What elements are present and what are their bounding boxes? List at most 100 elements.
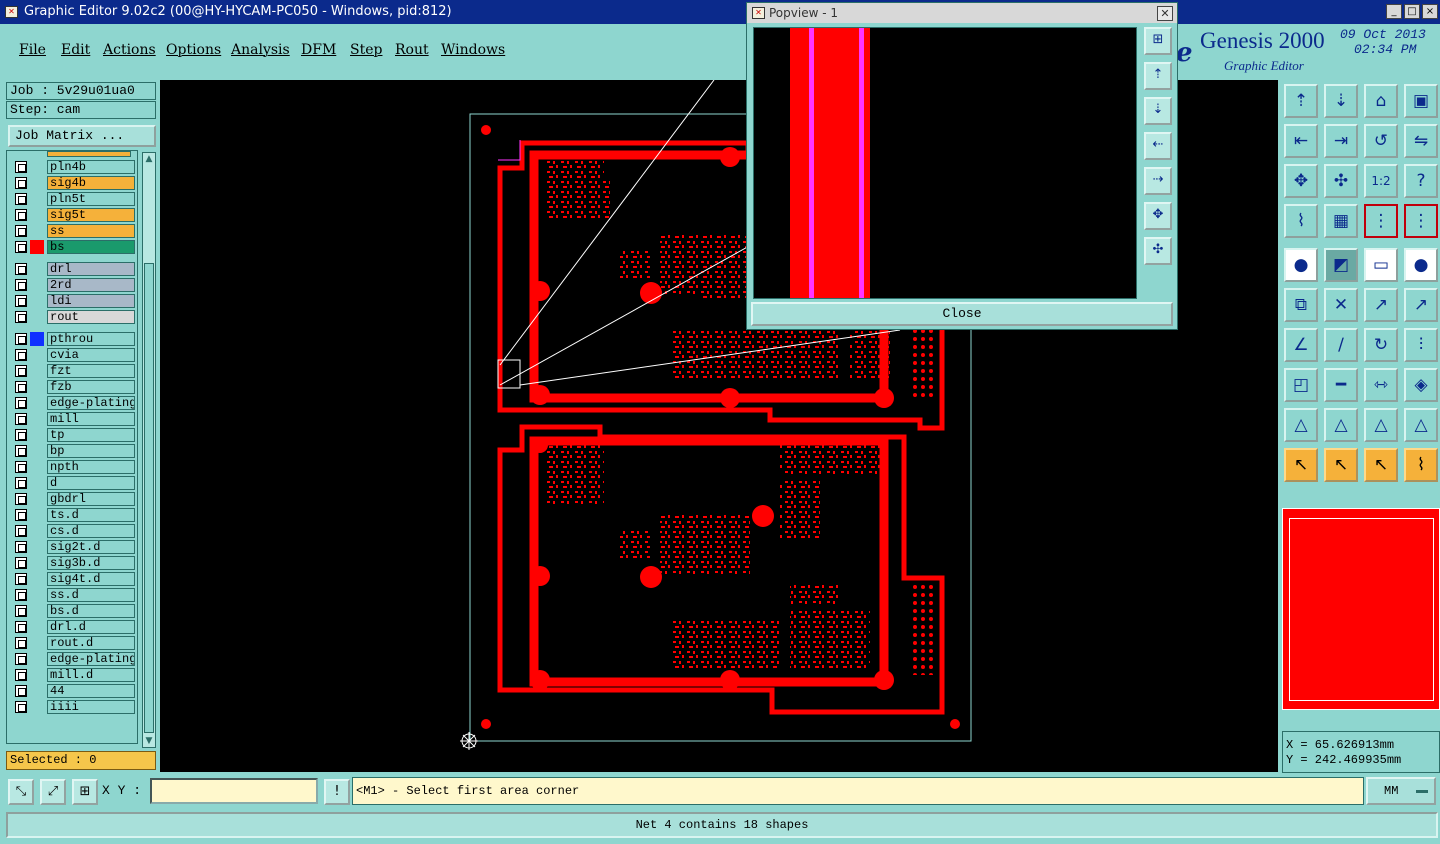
layer-checkbox[interactable] [15, 263, 27, 275]
layer-checkbox[interactable] [15, 685, 27, 697]
menu-rout[interactable]: Rout [395, 42, 429, 58]
xy-input[interactable] [150, 778, 318, 804]
layer-checkbox[interactable] [15, 161, 27, 173]
scroll-up-icon[interactable]: ▲ [144, 154, 154, 164]
menu-analysis[interactable]: Analysis [231, 42, 290, 58]
layer-row[interactable]: fzb [11, 380, 135, 394]
pad-edit-icon[interactable]: ◰ [1284, 368, 1318, 402]
measure-icon[interactable]: ⊞ [72, 779, 98, 805]
layer-row[interactable]: sig5t [11, 208, 135, 222]
resize-icon[interactable]: ⇿ [1364, 368, 1398, 402]
home-icon[interactable]: ⌂ [1364, 84, 1398, 118]
select-net-icon[interactable]: ⌇ [1404, 448, 1438, 482]
layer-a-icon[interactable]: ⋮ [1364, 204, 1398, 238]
shape-icon[interactable]: ◈ [1404, 368, 1438, 402]
layer-checkbox[interactable] [15, 177, 27, 189]
layer-row[interactable]: drl.d [11, 620, 135, 634]
measure-tool-icon[interactable]: ⌇ [1284, 204, 1318, 238]
popview-close-icon[interactable]: ✕ [1157, 6, 1173, 21]
layer-checkbox[interactable] [15, 589, 27, 601]
layer-checkbox[interactable] [15, 509, 27, 521]
menu-actions[interactable]: Actions [103, 42, 156, 58]
drag-icon[interactable]: ↗ [1404, 288, 1438, 322]
layer-checkbox[interactable] [15, 397, 27, 409]
layer-checkbox[interactable] [15, 541, 27, 553]
layer-checkbox[interactable] [15, 365, 27, 377]
slash-icon[interactable]: ∕ [1324, 328, 1358, 362]
layer-checkbox[interactable] [15, 349, 27, 361]
layer-checkbox[interactable] [15, 333, 27, 345]
layer-checkbox[interactable] [15, 461, 27, 473]
layer-checkbox[interactable] [15, 669, 27, 681]
popview-pan-up-icon[interactable]: ⇡ [1144, 62, 1172, 90]
layer-checkbox[interactable] [15, 311, 27, 323]
zoom-fit-icon[interactable]: ✥ [1284, 164, 1318, 198]
layer-checkbox[interactable] [15, 637, 27, 649]
layer-row[interactable]: mill [11, 412, 135, 426]
open-step-icon[interactable]: ⇣ [1324, 84, 1358, 118]
layer-checkbox[interactable] [15, 621, 27, 633]
popview-fit-icon[interactable]: ✣ [1144, 237, 1172, 265]
layer-row[interactable]: pthrou [11, 332, 135, 346]
grid-snap-icon[interactable]: ⤢ [40, 779, 66, 805]
layer-row[interactable]: gbdrl [11, 492, 135, 506]
layer-checkbox[interactable] [15, 477, 27, 489]
layer-b-icon[interactable]: ⋮ [1404, 204, 1438, 238]
pan-right-icon[interactable]: ⇥ [1324, 124, 1358, 158]
layer-row[interactable]: 2rd [11, 278, 135, 292]
layer-row[interactable]: iiii [11, 700, 135, 714]
move-icon[interactable]: ↗ [1364, 288, 1398, 322]
scroll-thumb[interactable] [144, 263, 154, 733]
layer-checkbox[interactable] [15, 279, 27, 291]
layer-checkbox[interactable] [15, 525, 27, 537]
menu-edit[interactable]: Edit [61, 42, 90, 58]
save-step-icon[interactable]: ⇡ [1284, 84, 1318, 118]
cross-icon[interactable]: ✕ [1324, 288, 1358, 322]
layer-checkbox[interactable] [15, 241, 27, 253]
layer-row[interactable]: edge-plating [11, 396, 135, 410]
circle-icon[interactable]: ● [1404, 248, 1438, 282]
units-selector[interactable]: MM [1366, 777, 1436, 805]
layer-row[interactable]: cvia [11, 348, 135, 362]
layer-scrollbar[interactable]: ▲ ▼ [142, 152, 156, 748]
switch-icon[interactable]: ⇋ [1404, 124, 1438, 158]
pad-icon[interactable]: ● [1284, 248, 1318, 282]
segment-icon[interactable]: ━ [1324, 368, 1358, 402]
layer-checkbox[interactable] [15, 573, 27, 585]
layer-row[interactable]: sig2t.d [11, 540, 135, 554]
layer-checkbox[interactable] [15, 295, 27, 307]
grid-icon[interactable]: ▦ [1324, 204, 1358, 238]
zoom-in-icon[interactable]: ✣ [1324, 164, 1358, 198]
connect-icon[interactable]: ⧉ [1284, 288, 1318, 322]
layer-checkbox[interactable] [15, 653, 27, 665]
ruler-icon[interactable]: ▭ [1364, 248, 1398, 282]
pan-left-icon[interactable]: ⇤ [1284, 124, 1318, 158]
layer-row[interactable]: ss.d [11, 588, 135, 602]
layer-row[interactable]: mill.d [11, 668, 135, 682]
layer-checkbox[interactable] [15, 445, 27, 457]
select-poly-icon[interactable]: ↖ [1364, 448, 1398, 482]
layer-row[interactable]: rout [11, 310, 135, 324]
minimize-button[interactable]: _ [1386, 4, 1402, 19]
close-window-button[interactable]: × [1422, 4, 1438, 19]
layer-checkbox[interactable] [15, 193, 27, 205]
popview-pan-right-icon[interactable]: ⇢ [1144, 167, 1172, 195]
scroll-down-icon[interactable]: ▼ [144, 736, 154, 746]
layer-row[interactable]: drl [11, 262, 135, 276]
layer-row[interactable]: bp [11, 444, 135, 458]
layer-checkbox[interactable] [15, 557, 27, 569]
layer-row[interactable]: 44 [11, 684, 135, 698]
layer-checkbox[interactable] [15, 413, 27, 425]
line-icon[interactable]: ◩ [1324, 248, 1358, 282]
layer-checkbox[interactable] [15, 381, 27, 393]
info-icon[interactable]: ! [324, 779, 350, 805]
menu-windows[interactable]: Windows [441, 42, 505, 58]
menu-dfm[interactable]: DFM [301, 42, 336, 58]
select-box-icon[interactable]: ↖ [1324, 448, 1358, 482]
layer-checkbox[interactable] [15, 493, 27, 505]
popview-pan-down-icon[interactable]: ⇣ [1144, 97, 1172, 125]
layer-row[interactable]: ts.d [11, 508, 135, 522]
layer-row[interactable]: d [11, 476, 135, 490]
corner-d-icon[interactable]: △ [1404, 408, 1438, 442]
help-icon[interactable]: ? [1404, 164, 1438, 198]
